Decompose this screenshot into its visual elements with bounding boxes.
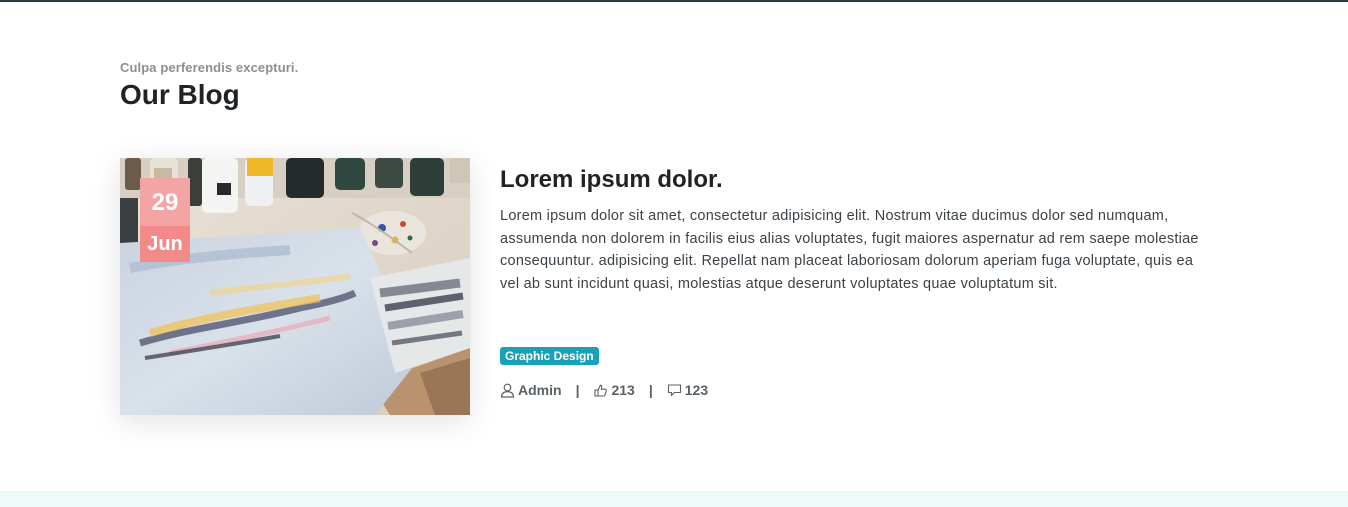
- post-title[interactable]: Lorem ipsum dolor.: [500, 165, 1200, 195]
- blog-page: Culpa perferendis excepturi. Our Blog 29…: [0, 0, 1348, 507]
- thumbs-up-icon: [593, 383, 608, 398]
- meta-separator: |: [648, 382, 653, 398]
- likes-meta[interactable]: 213: [593, 382, 635, 398]
- section-header: Culpa perferendis excepturi. Our Blog: [120, 60, 298, 111]
- section-subtitle: Culpa perferendis excepturi.: [120, 60, 299, 75]
- date-month: Jun: [140, 226, 190, 262]
- comments-meta[interactable]: 123: [667, 382, 708, 398]
- comments-count: 123: [684, 382, 709, 398]
- date-badge: 29 Jun: [140, 178, 190, 262]
- user-icon: [500, 383, 515, 398]
- next-section-band: [0, 491, 1348, 507]
- meta-separator: |: [575, 382, 580, 398]
- date-day: 29: [140, 178, 190, 226]
- post-excerpt: Lorem ipsum dolor sit amet, consectetur …: [500, 208, 1199, 293]
- top-divider: [0, 0, 1348, 2]
- category-tag[interactable]: Graphic Design: [500, 347, 599, 365]
- author-meta[interactable]: Admin: [500, 382, 562, 398]
- section-title: Our Blog: [120, 79, 240, 110]
- author-name: Admin: [518, 382, 562, 398]
- post-body: Lorem ipsum dolor. Lorem ipsum dolor sit…: [500, 165, 1200, 296]
- comment-icon: [667, 383, 682, 398]
- post-meta: Admin | 213 | 123: [500, 380, 708, 400]
- likes-count: 213: [611, 382, 635, 398]
